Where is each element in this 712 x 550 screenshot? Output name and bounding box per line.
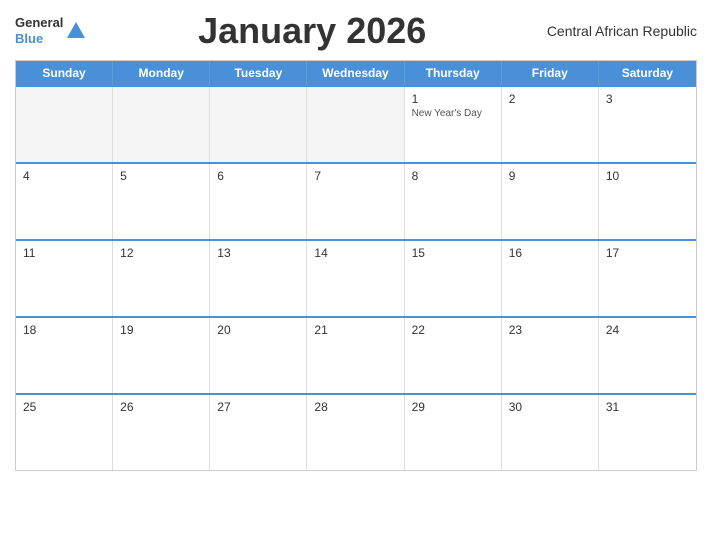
day-number: 6 [217,169,299,183]
logo: General Blue [15,15,87,46]
day-cell: 15 [405,241,502,316]
country-name: Central African Republic [537,23,697,39]
day-cell: 12 [113,241,210,316]
day-number: 19 [120,323,202,337]
day-number: 25 [23,400,105,414]
day-header-thursday: Thursday [405,61,502,85]
day-number: 3 [606,92,689,106]
day-cell: 28 [307,395,404,470]
day-cell: 23 [502,318,599,393]
day-number: 26 [120,400,202,414]
day-number: 27 [217,400,299,414]
day-cell [210,87,307,162]
day-cell: 3 [599,87,696,162]
day-number: 16 [509,246,591,260]
day-number: 9 [509,169,591,183]
logo-blue-text: Blue [15,31,43,46]
day-cell: 6 [210,164,307,239]
week-row-2: 4 5 6 7 8 9 10 [16,162,696,239]
day-cell [113,87,210,162]
day-number: 31 [606,400,689,414]
day-cell: 20 [210,318,307,393]
calendar-container: General Blue January 2026 Central Africa… [0,0,712,550]
month-title: January 2026 [87,10,537,52]
day-cell: 5 [113,164,210,239]
day-number: 20 [217,323,299,337]
day-cell: 13 [210,241,307,316]
day-header-wednesday: Wednesday [307,61,404,85]
day-cell: 29 [405,395,502,470]
day-cell: 10 [599,164,696,239]
day-cell: 2 [502,87,599,162]
day-number: 21 [314,323,396,337]
day-cell: 21 [307,318,404,393]
day-header-saturday: Saturday [599,61,696,85]
day-cell: 18 [16,318,113,393]
day-cell: 17 [599,241,696,316]
day-cell: 14 [307,241,404,316]
day-cell: 16 [502,241,599,316]
day-header-friday: Friday [502,61,599,85]
day-number: 14 [314,246,396,260]
day-cell [16,87,113,162]
week-row-4: 18 19 20 21 22 23 24 [16,316,696,393]
day-cell: 19 [113,318,210,393]
day-cell: 7 [307,164,404,239]
day-number: 1 [412,92,494,106]
day-number: 28 [314,400,396,414]
day-cell [307,87,404,162]
week-row-5: 25 26 27 28 29 30 31 [16,393,696,470]
day-cell: 24 [599,318,696,393]
day-cell: 27 [210,395,307,470]
day-number: 10 [606,169,689,183]
day-header-monday: Monday [113,61,210,85]
day-number: 22 [412,323,494,337]
day-cell: 1 New Year's Day [405,87,502,162]
day-number: 4 [23,169,105,183]
day-number: 2 [509,92,591,106]
day-number: 13 [217,246,299,260]
day-number: 5 [120,169,202,183]
logo-icon [65,20,87,42]
holiday-name: New Year's Day [412,108,494,119]
day-cell: 26 [113,395,210,470]
week-row-1: 1 New Year's Day 2 3 [16,85,696,162]
day-number: 12 [120,246,202,260]
day-number: 30 [509,400,591,414]
day-headers-row: SundayMondayTuesdayWednesdayThursdayFrid… [16,61,696,85]
calendar-weeks: 1New Year's Day2345678910111213141516171… [16,85,696,470]
day-number: 18 [23,323,105,337]
day-header-tuesday: Tuesday [210,61,307,85]
day-number: 24 [606,323,689,337]
calendar-grid: SundayMondayTuesdayWednesdayThursdayFrid… [15,60,697,471]
day-cell: 11 [16,241,113,316]
day-cell: 4 [16,164,113,239]
day-cell: 30 [502,395,599,470]
day-number: 23 [509,323,591,337]
day-number: 7 [314,169,396,183]
day-cell: 22 [405,318,502,393]
week-row-3: 11 12 13 14 15 16 17 [16,239,696,316]
day-number: 11 [23,246,105,260]
day-cell: 25 [16,395,113,470]
logo-general-text: General [15,15,63,30]
day-header-sunday: Sunday [16,61,113,85]
day-number: 29 [412,400,494,414]
day-cell: 9 [502,164,599,239]
day-number: 15 [412,246,494,260]
day-cell: 8 [405,164,502,239]
day-number: 17 [606,246,689,260]
day-cell: 31 [599,395,696,470]
calendar-header: General Blue January 2026 Central Africa… [15,10,697,52]
day-number: 8 [412,169,494,183]
